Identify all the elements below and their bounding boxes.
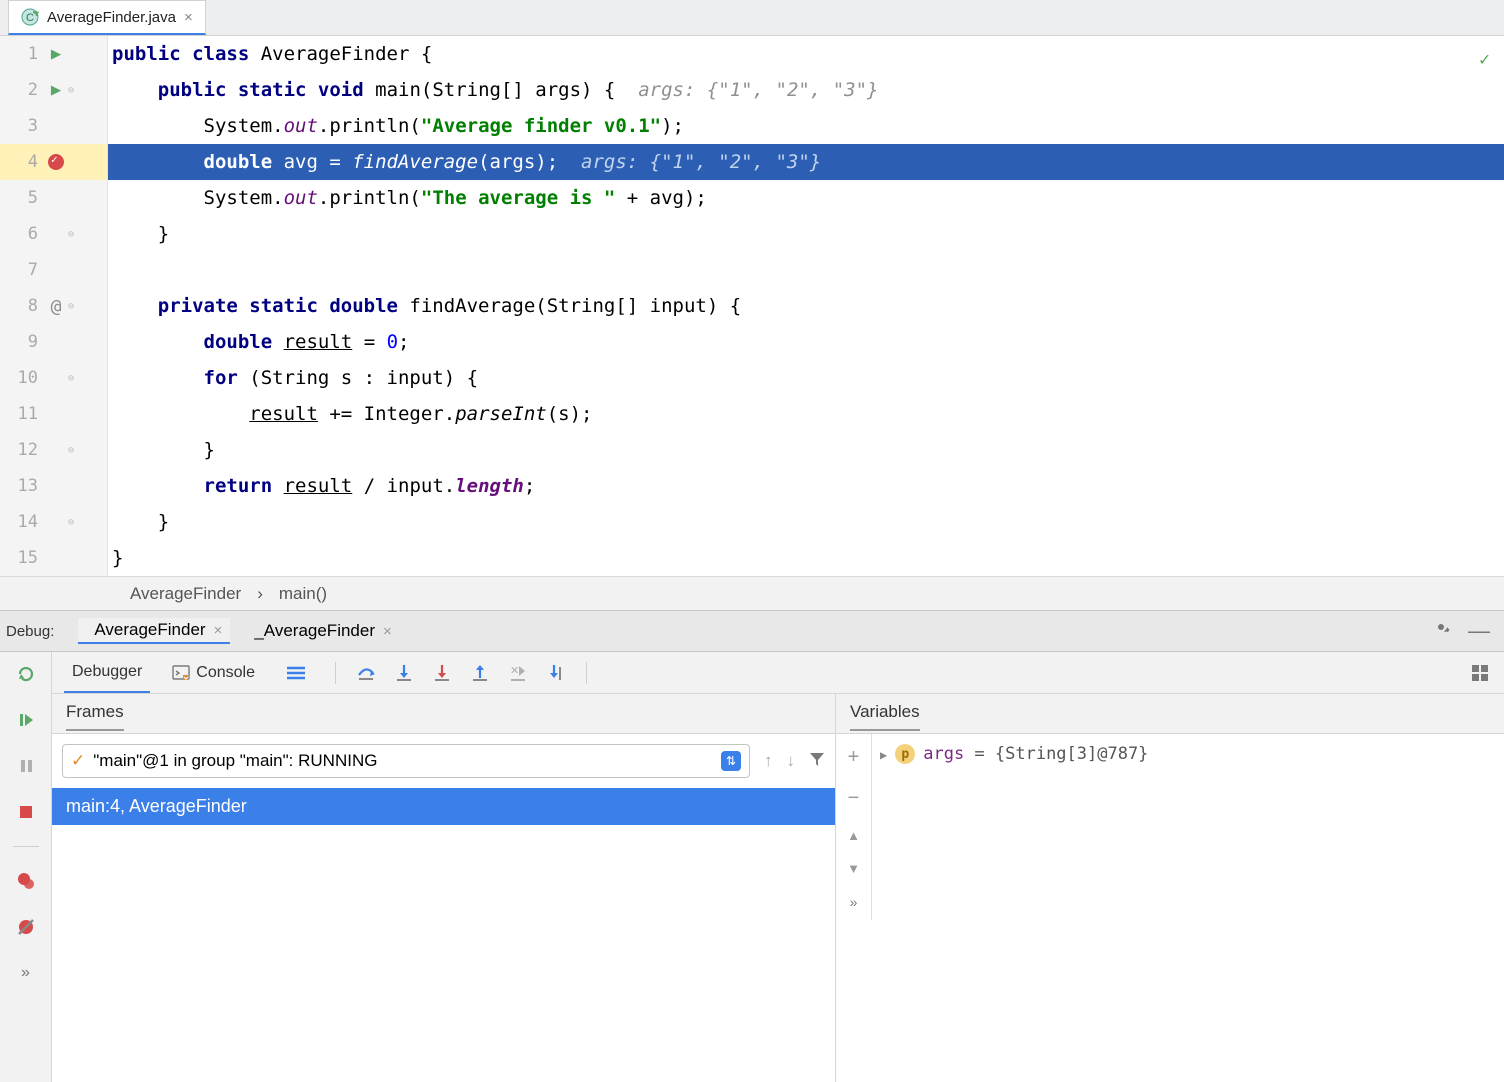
force-step-into-icon[interactable]: [432, 663, 452, 683]
svg-text:C: C: [26, 12, 34, 24]
class-icon: C: [21, 8, 39, 26]
resume-icon[interactable]: [14, 708, 38, 732]
run-gutter-icon[interactable]: ▶: [44, 80, 68, 100]
parameter-icon: p: [895, 744, 915, 764]
step-into-icon[interactable]: [394, 663, 414, 683]
close-icon[interactable]: ×: [184, 9, 193, 26]
tab-console[interactable]: Console: [164, 652, 263, 693]
inspection-ok-icon[interactable]: ✓: [1479, 42, 1490, 78]
run-gutter-icon[interactable]: ▶: [44, 44, 68, 64]
layout-settings-icon[interactable]: [1470, 663, 1490, 683]
fold-icon[interactable]: ⊖: [68, 301, 84, 312]
fold-end-icon[interactable]: ⊖: [68, 229, 84, 240]
filter-icon[interactable]: [809, 751, 825, 771]
mute-breakpoints-icon[interactable]: [14, 915, 38, 939]
view-breakpoints-icon[interactable]: [14, 869, 38, 893]
fold-end-icon[interactable]: ⊖: [68, 445, 84, 456]
thread-selector[interactable]: ✓ "main"@1 in group "main": RUNNING ⇅: [62, 744, 750, 778]
fold-icon[interactable]: ⊖: [68, 85, 84, 96]
editor-tab-label: AverageFinder.java: [47, 9, 176, 26]
frames-panel-title: Frames: [52, 694, 835, 734]
fold-end-icon[interactable]: ⊖: [68, 517, 84, 528]
debug-left-rail: »: [0, 652, 52, 1082]
move-watch-up-icon[interactable]: ▲: [847, 828, 860, 843]
move-watch-down-icon[interactable]: ▼: [847, 861, 860, 876]
more-icon[interactable]: »: [850, 894, 858, 910]
step-out-icon[interactable]: [470, 663, 490, 683]
rerun-icon[interactable]: [14, 662, 38, 686]
breadcrumb-method[interactable]: main(): [279, 584, 327, 604]
expand-icon[interactable]: ▶: [880, 748, 887, 762]
tab-debugger[interactable]: Debugger: [64, 652, 150, 693]
stack-frame-row[interactable]: main:4, AverageFinder: [52, 788, 835, 825]
breadcrumb-class[interactable]: AverageFinder: [130, 584, 241, 604]
editor-tab-bar: C AverageFinder.java ×: [0, 0, 1504, 36]
console-icon: [172, 664, 190, 682]
pause-icon[interactable]: [14, 754, 38, 778]
editor-gutter: 1▶ 2▶⊖ 3 4 5 6⊖ 7 8@⊖ 9 10⊖ 11 12⊖ 13 14…: [0, 36, 108, 576]
breakpoint-icon[interactable]: [44, 154, 68, 170]
chevron-updown-icon: ⇅: [721, 751, 741, 771]
minimize-icon[interactable]: —: [1468, 618, 1490, 644]
stop-icon[interactable]: [14, 800, 38, 824]
threads-icon[interactable]: [277, 652, 315, 693]
fold-icon[interactable]: ⊖: [68, 373, 84, 384]
variable-row[interactable]: ▶ p args = {String[3]@787}: [872, 734, 1156, 920]
debugger-tabs: Debugger Console ✕: [52, 652, 1504, 694]
run-config-tab[interactable]: _AverageFinder ×: [238, 619, 399, 643]
svg-text:✕: ✕: [510, 665, 519, 677]
breadcrumb[interactable]: AverageFinder › main(): [0, 576, 1504, 610]
drop-frame-icon[interactable]: ✕: [508, 663, 528, 683]
remove-watch-icon[interactable]: −: [848, 787, 860, 810]
editor-tab[interactable]: C AverageFinder.java ×: [8, 0, 206, 35]
more-icon[interactable]: »: [14, 961, 38, 985]
override-icon[interactable]: @: [44, 296, 68, 317]
thread-name: "main"@1 in group "main": RUNNING: [93, 751, 377, 771]
code-editor[interactable]: ✓ public class AverageFinder { public st…: [108, 36, 1504, 576]
run-config-tab[interactable]: AverageFinder ×: [78, 618, 230, 644]
step-over-icon[interactable]: [356, 663, 376, 683]
close-icon[interactable]: ×: [214, 622, 223, 639]
close-icon[interactable]: ×: [383, 623, 392, 640]
next-frame-icon[interactable]: ↓: [787, 751, 796, 771]
prev-frame-icon[interactable]: ↑: [764, 751, 773, 771]
run-to-cursor-icon[interactable]: [546, 663, 566, 683]
variables-panel-title: Variables: [836, 694, 1504, 734]
debug-tool-label: Debug:: [6, 623, 70, 640]
gear-icon[interactable]: [1432, 618, 1450, 644]
new-watch-icon[interactable]: +: [848, 746, 860, 769]
